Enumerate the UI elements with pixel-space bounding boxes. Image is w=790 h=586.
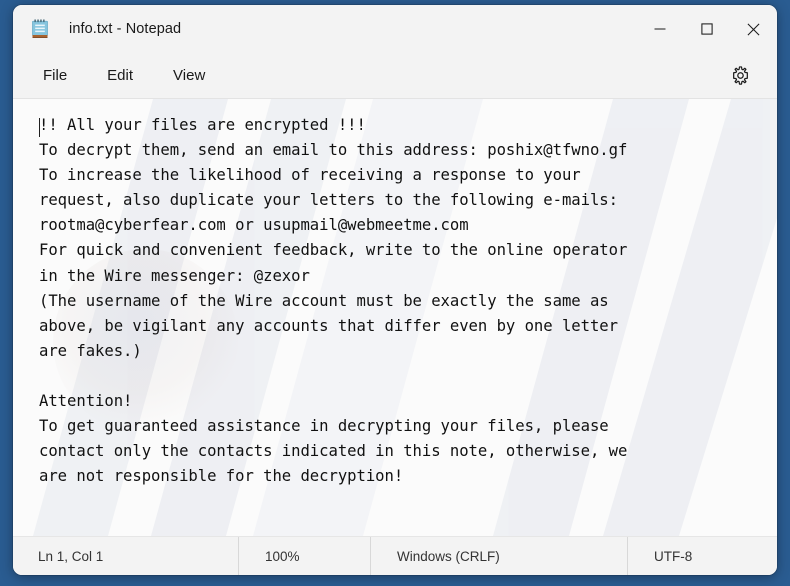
notepad-window: info.txt - Notepad File Edit View !! All… (13, 5, 777, 575)
text-caret (39, 118, 40, 137)
menu-bar: File Edit View (13, 53, 777, 99)
gear-icon[interactable] (725, 61, 755, 91)
close-button[interactable] (730, 5, 777, 53)
text-editor-area[interactable]: !! All your files are encrypted !!! To d… (13, 99, 777, 536)
title-bar[interactable]: info.txt - Notepad (13, 5, 777, 53)
status-line-column: Ln 1, Col 1 (38, 548, 104, 564)
menu-item-view[interactable]: View (161, 62, 217, 89)
status-encoding[interactable]: UTF-8 (627, 537, 692, 575)
minimize-button[interactable] (636, 5, 683, 53)
status-bar: Ln 1, Col 1 100% Windows (CRLF) UTF-8 (13, 536, 777, 575)
ransom-note-text[interactable]: !! All your files are encrypted !!! To d… (13, 99, 777, 489)
menu-item-file[interactable]: File (31, 62, 79, 89)
status-zoom-level[interactable]: 100% (238, 537, 370, 575)
desktop-background: info.txt - Notepad File Edit View !! All… (0, 0, 790, 586)
notepad-icon (31, 19, 49, 39)
window-controls (636, 5, 777, 53)
menu-item-edit[interactable]: Edit (95, 62, 145, 89)
maximize-button[interactable] (683, 5, 730, 53)
status-line-ending[interactable]: Windows (CRLF) (370, 537, 627, 575)
window-title: info.txt - Notepad (69, 21, 182, 37)
